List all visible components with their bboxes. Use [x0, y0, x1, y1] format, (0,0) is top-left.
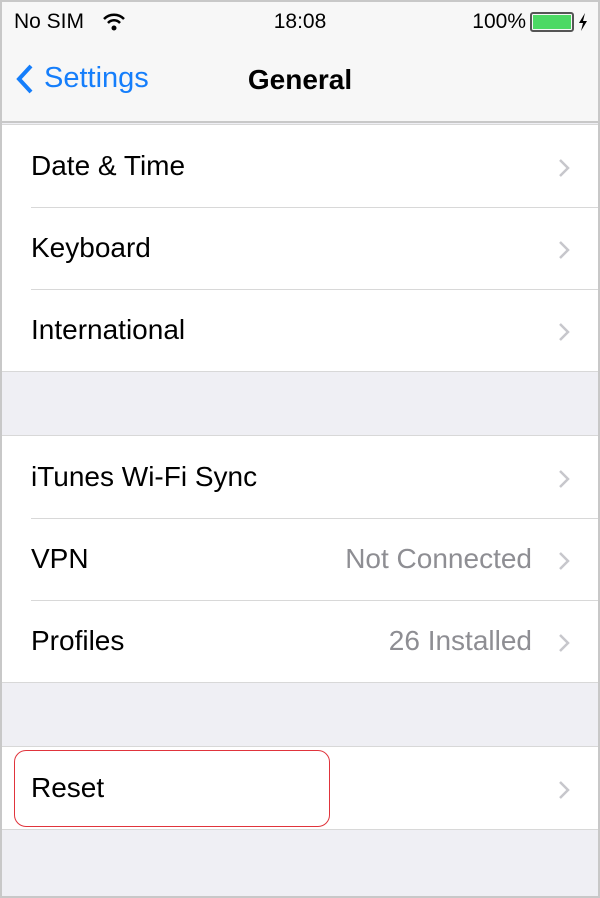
row-itunes-wi-fi-sync[interactable]: iTunes Wi-Fi Sync	[2, 436, 598, 518]
row-date-time[interactable]: Date & Time	[2, 125, 598, 207]
chevron-right-icon	[559, 470, 570, 488]
battery-icon	[530, 12, 574, 32]
reset-highlight-outline	[14, 750, 330, 827]
chevron-right-icon	[559, 323, 570, 341]
row-label: Profiles	[31, 625, 125, 656]
charging-icon	[579, 13, 587, 31]
row-value: 26 Installed	[388, 625, 532, 656]
row-vpn[interactable]: VPN Not Connected	[2, 518, 598, 600]
settings-group-2: iTunes Wi-Fi Sync VPN Not Connected Profile…	[2, 435, 598, 683]
battery-percent: 100%	[472, 10, 526, 33]
row-label: Keyboard	[31, 232, 151, 263]
chevron-right-icon	[559, 241, 570, 259]
navigation-bar: No SIM 18:08 100% Settings General	[2, 2, 598, 123]
row-value: Not Connected	[345, 543, 532, 574]
chevron-right-icon	[559, 552, 570, 570]
chevron-right-icon	[559, 634, 570, 652]
row-label: International	[31, 314, 186, 345]
row-label: Date & Time	[31, 150, 186, 181]
page-title: General	[247, 64, 353, 95]
battery-status: 100%	[472, 10, 588, 34]
row-keyboard[interactable]: Keyboard	[2, 207, 598, 289]
row-label: VPN	[31, 543, 89, 574]
row-profiles[interactable]: Profiles 26 Installed	[2, 600, 598, 682]
chevron-right-icon	[559, 159, 570, 177]
row-label: iTunes Wi-Fi Sync	[31, 461, 258, 492]
chevron-right-icon	[559, 781, 570, 799]
row-international[interactable]: International	[2, 289, 598, 371]
settings-group-1: Date & Time Keyboard International	[2, 124, 598, 372]
